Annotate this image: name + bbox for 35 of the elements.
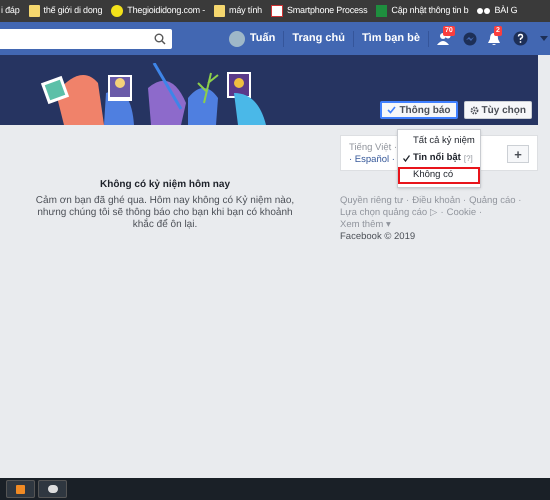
caret-icon[interactable] [540, 36, 548, 41]
bookmark-link[interactable]: thế giới di dong [44, 4, 102, 18]
filter-button[interactable]: Tùy chọn [464, 101, 532, 119]
copyright-text: Facebook © 2019 [340, 231, 416, 243]
avatar[interactable] [228, 30, 245, 46]
search-icon [154, 32, 166, 44]
folder-icon [214, 5, 226, 17]
profile-link[interactable]: Tuấn [250, 30, 276, 47]
filter-button[interactable]: Thông báo [380, 101, 458, 119]
empty-state-message: Cảm ơn bạn đã ghé qua. Hôm nay không có Kỷ niệm nào, nhưng chúng tôi sẽ thông báo cho bạn khi bạn có khoảnh khắc để ôn lại. [34, 195, 296, 231]
bookmark-link[interactable]: BÀI G [494, 4, 518, 18]
add-language-button[interactable]: + [507, 145, 529, 163]
bookmark-link[interactable]: Cập nhật thông tin b [391, 4, 468, 18]
bookmark-link[interactable]: Smartphone Process [286, 4, 368, 18]
empty-state-title: Không có kỷ niệm hôm nay [100, 178, 230, 192]
menu-item[interactable]: Không có [398, 167, 480, 184]
language-link[interactable]: · Español · [349, 154, 398, 166]
page-icon [270, 5, 283, 17]
bookmark-link[interactable]: i đáp [1, 4, 20, 18]
menu-item[interactable]: Tin nổi bật [?] [398, 150, 480, 167]
check-icon [387, 106, 396, 114]
check-icon [403, 155, 410, 162]
search-field[interactable] [0, 28, 172, 48]
messenger-icon[interactable] [463, 32, 477, 46]
find-friends-link[interactable]: Tìm bạn bè [362, 30, 420, 47]
folder-icon [28, 5, 40, 17]
spreadsheet-icon [376, 5, 388, 17]
bookmark-link[interactable]: Thegioididong.com - [127, 4, 206, 18]
settings-icon [470, 106, 479, 114]
eyes-icon [477, 8, 490, 14]
bookmark-link[interactable]: máy tính [229, 4, 262, 18]
bell-icon[interactable] [487, 32, 501, 46]
home-link[interactable]: Trang chủ [292, 30, 345, 47]
menu-item[interactable]: Tất cả kỷ niệm [398, 133, 480, 150]
help-icon[interactable] [513, 31, 528, 46]
